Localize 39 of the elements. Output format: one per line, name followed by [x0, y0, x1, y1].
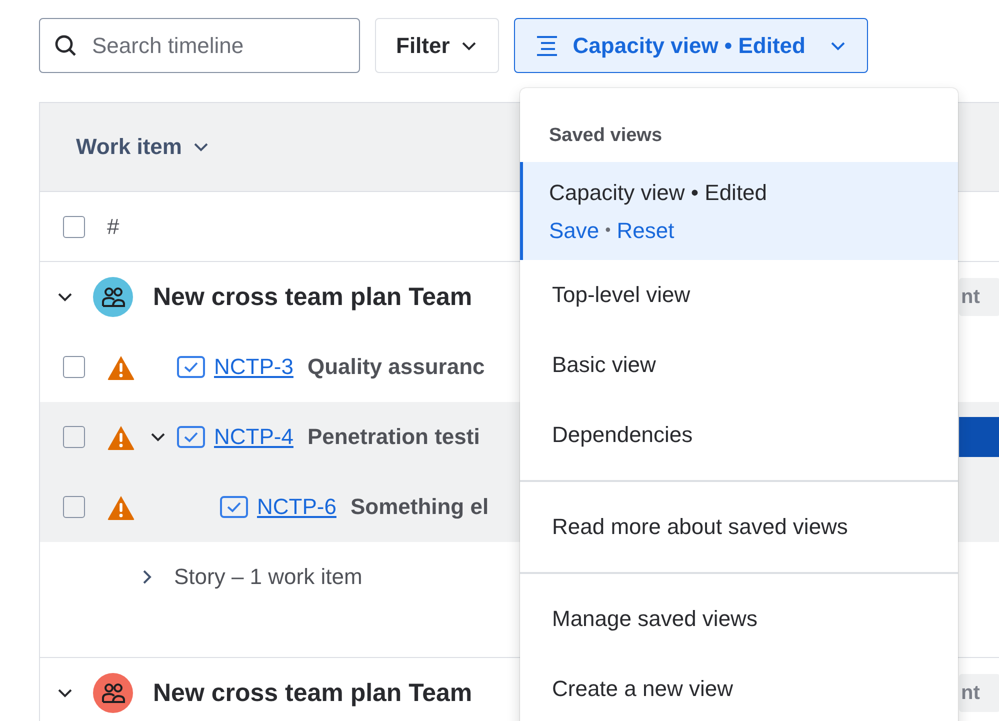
work-item-summary: Penetration testi: [307, 424, 480, 450]
checkbox[interactable]: [63, 496, 85, 518]
people-icon: [100, 286, 126, 308]
work-item-link[interactable]: NCTP-3: [214, 354, 294, 380]
work-item-link[interactable]: NCTP-4: [214, 424, 294, 450]
help-link[interactable]: Read more about saved views: [520, 492, 958, 562]
menu-item[interactable]: Manage saved views: [520, 584, 958, 654]
separator-dot: •: [605, 222, 611, 240]
column-chip: nt: [959, 278, 999, 316]
filter-button[interactable]: Filter: [375, 18, 499, 73]
work-item-column-button[interactable]: Work item: [76, 134, 210, 160]
team-name: New cross team plan Team: [153, 282, 472, 312]
team-name: New cross team plan Team: [153, 678, 472, 708]
saved-view-item[interactable]: Basic view: [520, 330, 958, 400]
task-icon: [220, 496, 248, 518]
checkbox[interactable]: [63, 356, 85, 378]
people-icon: [100, 682, 126, 704]
saved-view-item[interactable]: Dependencies: [520, 400, 958, 470]
view-action-link[interactable]: Save: [549, 218, 600, 244]
menu-heading: Saved views: [548, 124, 664, 148]
search-icon: [54, 34, 76, 56]
view-dropdown-button[interactable]: Capacity view • Edited: [514, 18, 868, 73]
saved-view-item[interactable]: Capacity view • Edited Save • Reset: [520, 162, 958, 260]
number-column-label: #: [107, 214, 120, 240]
work-item-link[interactable]: NCTP-6: [257, 494, 336, 520]
column-chip: nt: [959, 674, 999, 712]
story-group-label[interactable]: Story – 1 work item: [174, 564, 362, 590]
task-icon: [177, 426, 205, 448]
work-item-summary: Something el: [350, 494, 489, 520]
work-item-summary: Quality assuranc: [307, 354, 485, 380]
task-icon: [177, 356, 205, 378]
checkbox[interactable]: [63, 216, 85, 238]
checkbox[interactable]: [63, 426, 85, 448]
align-lines-icon: [534, 34, 559, 58]
view-action-link[interactable]: Reset: [616, 218, 674, 244]
menu-item[interactable]: Create a new view: [520, 654, 958, 721]
view-name: Capacity view • Edited: [549, 180, 768, 205]
saved-view-item[interactable]: Top-level view: [520, 260, 958, 330]
search-field[interactable]: Search timeline: [39, 18, 360, 73]
